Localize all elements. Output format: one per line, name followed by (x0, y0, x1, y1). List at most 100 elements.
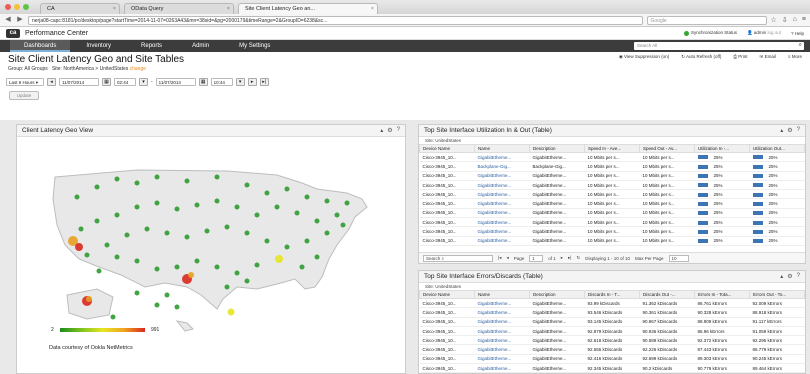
column-header[interactable]: Errors Out - To... (749, 290, 805, 299)
browser-search-input[interactable]: Google (646, 15, 767, 25)
table-row[interactable]: Cisco-3945_10... GigabitEtherne... Gigabit… (419, 307, 805, 318)
help-icon[interactable]: ? (797, 127, 800, 134)
column-header[interactable]: Utilization In -... (694, 144, 750, 153)
latency-point[interactable] (204, 228, 210, 234)
column-header[interactable]: Name (474, 144, 530, 153)
back-icon[interactable]: ◀ (4, 16, 12, 24)
start-time-input[interactable]: 02:44 (114, 78, 136, 86)
latency-point[interactable] (340, 222, 346, 228)
gear-icon[interactable]: ⚙ (787, 127, 792, 134)
latency-point[interactable] (284, 186, 290, 192)
column-header[interactable]: Device Name (419, 290, 475, 299)
logout-link[interactable]: log out (767, 30, 781, 35)
latency-point[interactable] (304, 194, 310, 200)
latency-point[interactable] (224, 224, 230, 230)
column-header[interactable]: Errors In - Tota... (694, 290, 750, 299)
table-row[interactable]: Cisco-3945_10... GigabitEtherne... Gigabit… (419, 236, 805, 246)
sync-status[interactable]: Synchronization Status (684, 30, 737, 36)
latency-point[interactable] (324, 198, 330, 204)
home-icon[interactable]: ⌂ (793, 16, 797, 24)
latency-point[interactable] (104, 242, 110, 248)
latency-point[interactable] (227, 308, 235, 316)
latency-point[interactable] (174, 304, 180, 310)
latency-point[interactable] (244, 278, 250, 284)
latency-point[interactable] (174, 264, 180, 270)
gear-icon[interactable]: ⚙ (387, 127, 392, 134)
end-time-input[interactable]: 10:44 (210, 78, 233, 86)
latency-point[interactable] (214, 174, 220, 180)
column-header[interactable]: Utilization Out... (749, 144, 805, 153)
table-cell[interactable]: GigabitEtherne... (474, 152, 530, 163)
latency-point[interactable] (75, 243, 83, 251)
latency-point[interactable] (244, 182, 250, 188)
latency-point[interactable] (264, 238, 270, 244)
us-latency-map[interactable] (17, 137, 405, 373)
latency-point[interactable] (164, 230, 170, 236)
latency-point[interactable] (334, 212, 340, 218)
menu-icon[interactable]: ≡ (802, 16, 806, 24)
forward-icon[interactable]: ▶ (16, 16, 24, 24)
table-cell[interactable]: GigabitEtherne... (474, 236, 530, 246)
latency-point[interactable] (274, 204, 280, 210)
next-range-button[interactable]: ▸ (247, 78, 257, 86)
page-number-input[interactable]: 1 (529, 254, 544, 262)
download-icon[interactable]: ⇩ (782, 16, 788, 24)
table-cell[interactable]: GigabitEtherne... (474, 180, 530, 191)
print-button[interactable]: ⎙ Print (733, 54, 747, 60)
table-row[interactable]: Cisco-3945_10... GigabitEtherne... Gigabit… (419, 335, 805, 346)
nav-search-input[interactable]: Search All ⌕ (634, 42, 804, 50)
latency-point[interactable] (254, 262, 260, 268)
latency-point[interactable] (154, 200, 160, 206)
first-page-button[interactable]: |◂ (498, 255, 501, 261)
collapse-icon[interactable]: ▴ (380, 127, 383, 134)
auto-refresh-button[interactable]: ↻ Auto Refresh (off) (681, 54, 721, 60)
latency-point[interactable] (188, 272, 194, 278)
table-row[interactable]: Cisco-3945_10... GigabitEtherne... Gigabit… (419, 217, 805, 228)
table-cell[interactable]: Backplane-Gig... (474, 161, 530, 172)
maximize-window-icon[interactable] (23, 4, 29, 10)
latency-point[interactable] (194, 202, 200, 208)
table-cell[interactable]: GigabitEtherne... (474, 217, 530, 228)
latency-point[interactable] (184, 178, 190, 184)
column-header[interactable]: Speed Out - Av... (639, 144, 695, 153)
table-cell[interactable]: GigabitEtherne... (474, 208, 530, 219)
latency-point[interactable] (234, 270, 240, 276)
latency-point[interactable] (294, 210, 300, 216)
latency-point[interactable] (86, 296, 92, 302)
close-tab-icon[interactable]: × (371, 4, 374, 14)
latency-point[interactable] (134, 204, 140, 210)
latency-point[interactable] (94, 218, 100, 224)
last-range-button[interactable]: ▸| (259, 78, 269, 86)
table-cell[interactable]: GigabitEtherne... (474, 298, 530, 309)
time-range-select[interactable]: Last 6 Hours ▾ (6, 78, 44, 86)
nav-my-settings[interactable]: My Settings (225, 40, 284, 52)
help-icon[interactable]: ? (797, 273, 800, 280)
column-header[interactable]: Discards In - T... (584, 290, 640, 299)
column-header[interactable]: Discards Out -... (639, 290, 695, 299)
latency-point[interactable] (314, 254, 320, 260)
table-row[interactable]: Cisco-3945_10... GigabitEtherne... Gigabit… (419, 354, 805, 365)
latency-point[interactable] (214, 198, 220, 204)
nav-admin[interactable]: Admin (178, 40, 223, 52)
table-cell[interactable]: GigabitEtherne... (474, 344, 530, 355)
table-row[interactable]: Cisco-3945_10... GigabitEtherne... Gigabit… (419, 189, 805, 200)
latency-point[interactable] (84, 252, 90, 258)
table-cell[interactable]: GigabitEtherne... (474, 363, 530, 374)
table-cell[interactable]: GigabitEtherne... (474, 226, 530, 237)
browser-tab-site-latency[interactable]: Site Client Latency Geo an... × (238, 3, 378, 14)
help-icon[interactable]: ? (397, 127, 400, 134)
previous-range-button[interactable]: ◂ (47, 78, 56, 86)
latency-point[interactable] (224, 284, 230, 290)
latency-point[interactable] (124, 232, 130, 238)
latency-point[interactable] (154, 266, 160, 272)
nav-inventory[interactable]: Inventory (72, 40, 125, 52)
table-row[interactable]: Cisco-3945_10... GigabitEtherne... Gigabit… (419, 198, 805, 209)
latency-point[interactable] (78, 226, 84, 232)
more-button[interactable]: ≡ More (788, 54, 802, 60)
close-tab-icon[interactable]: × (113, 4, 116, 14)
latency-point[interactable] (344, 200, 350, 206)
table-cell[interactable]: GigabitEtherne... (474, 171, 530, 181)
start-time-picker-icon[interactable]: ▾ (139, 78, 148, 86)
last-page-button[interactable]: ▸| (568, 255, 571, 261)
latency-point[interactable] (134, 258, 140, 264)
